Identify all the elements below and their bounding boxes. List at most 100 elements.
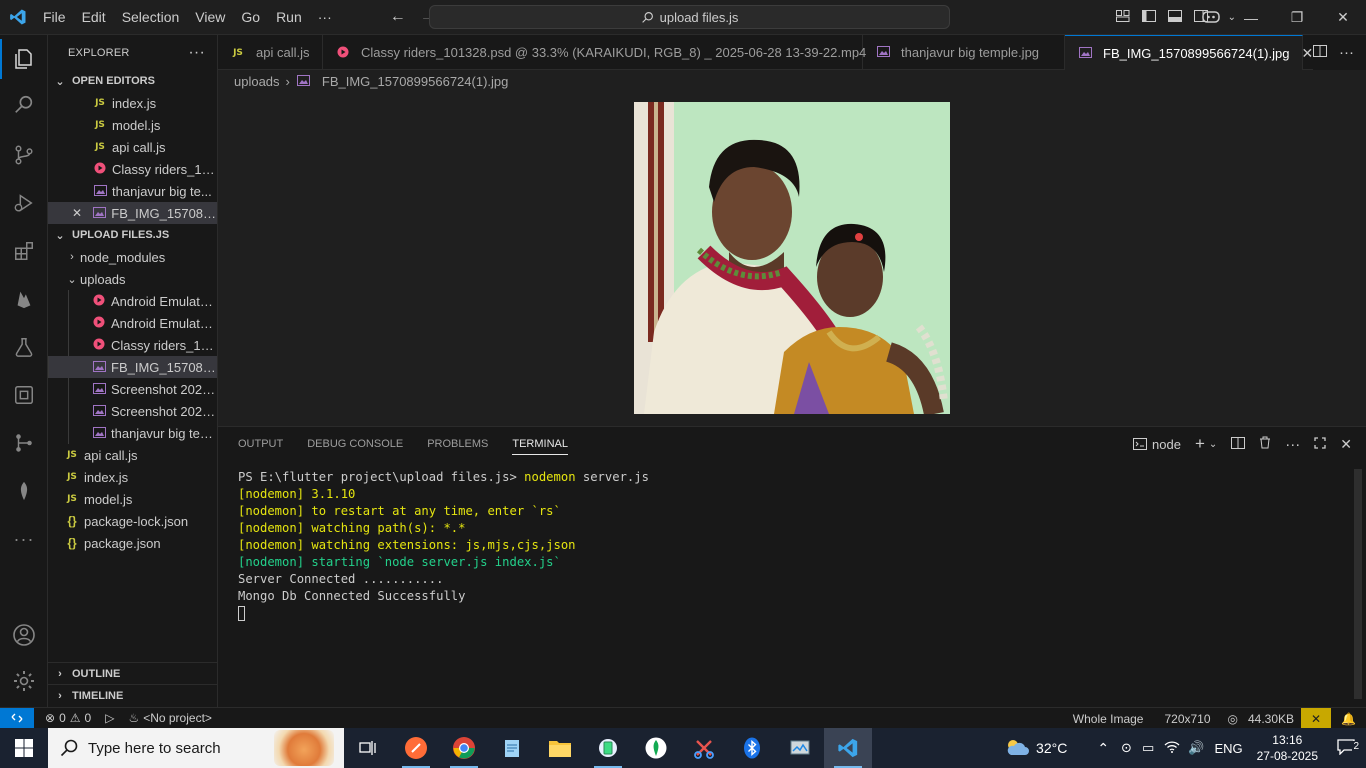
file-item[interactable]: Android Emulator - ... xyxy=(68,290,217,312)
file-item[interactable]: {} package.json xyxy=(48,532,217,554)
breadcrumb-file[interactable]: FB_IMG_1570899566724(1).jpg xyxy=(322,74,508,89)
open-editor-item[interactable]: JS index.js xyxy=(48,92,217,114)
terminal-output[interactable]: PS E:\flutter project\upload files.js> n… xyxy=(238,469,649,622)
outline-section[interactable]: › OUTLINE xyxy=(48,662,217,684)
open-editor-item-active[interactable]: ✕ FB_IMG_157089... xyxy=(48,202,217,224)
remote-explorer-icon[interactable] xyxy=(0,375,48,415)
image-preview[interactable] xyxy=(634,102,950,414)
panel-more-icon[interactable]: ··· xyxy=(1285,436,1300,453)
run-icon[interactable]: ▷ xyxy=(98,711,121,725)
toggle-secondary-sidebar-icon[interactable] xyxy=(1188,10,1214,25)
file-item[interactable]: JS model.js xyxy=(48,488,217,510)
notification-center-icon[interactable]: 2 xyxy=(1326,738,1366,758)
vscode-taskbar-icon[interactable] xyxy=(824,728,872,768)
project-status[interactable]: ♨ <No project> xyxy=(121,711,218,725)
open-editor-item[interactable]: thanjavur big te... xyxy=(48,180,217,202)
timeline-section[interactable]: › TIMELINE xyxy=(48,684,217,706)
settings-gear-icon[interactable] xyxy=(0,661,48,701)
account-icon[interactable] xyxy=(0,615,48,655)
problems-status[interactable]: ⊗ 0 ⚠ 0 xyxy=(38,711,98,725)
weather-cloud-icon[interactable] xyxy=(1004,737,1030,760)
tab-classy-riders[interactable]: Classy riders_101328.psd @ 33.3% (KARAIK… xyxy=(323,35,866,70)
notepad-icon[interactable] xyxy=(488,728,536,768)
folder-node-modules[interactable]: › node_modules xyxy=(48,246,217,268)
close-tab-icon[interactable]: ✕ xyxy=(1301,45,1313,62)
folder-uploads[interactable]: ⌄ uploads xyxy=(48,268,217,290)
panel-tab-debug-console[interactable]: DEBUG CONSOLE xyxy=(307,438,403,450)
tray-chevron-up-icon[interactable]: ⌃ xyxy=(1097,740,1109,757)
close-window-icon[interactable]: ✕ xyxy=(1320,9,1366,26)
network-app-icon[interactable] xyxy=(776,728,824,768)
mongodb-compass-icon[interactable] xyxy=(632,728,680,768)
firebase-icon[interactable] xyxy=(0,279,48,319)
menu-selection[interactable]: Selection xyxy=(114,0,188,35)
panel-tab-terminal[interactable]: TERMINAL xyxy=(512,438,568,455)
terminal-dropdown-chevron-icon[interactable]: ⌄ xyxy=(1209,439,1217,450)
tab-api-call[interactable]: JS api call.js xyxy=(218,35,323,70)
run-debug-icon[interactable] xyxy=(0,183,48,223)
restore-icon[interactable]: ❐ xyxy=(1274,9,1320,26)
terminal-scrollbar[interactable] xyxy=(1354,469,1362,699)
volume-icon[interactable]: 🔊 xyxy=(1188,740,1204,756)
file-item[interactable]: Classy riders_10132... xyxy=(68,334,217,356)
terminal-selector[interactable]: node xyxy=(1133,437,1181,452)
source-control-icon[interactable] xyxy=(0,135,48,175)
notifications-bell-icon[interactable]: 🔔 xyxy=(1331,712,1366,726)
panel-tab-output[interactable]: OUTPUT xyxy=(238,438,283,450)
customize-layout-icon[interactable] xyxy=(1110,10,1136,25)
battery-icon[interactable]: ▭ xyxy=(1142,740,1154,756)
menu-more[interactable]: ··· xyxy=(310,0,340,35)
split-editor-icon[interactable] xyxy=(1313,45,1327,60)
menu-run[interactable]: Run xyxy=(268,0,310,35)
project-header[interactable]: ⌄ UPLOAD FILES.JS xyxy=(48,224,217,246)
file-item[interactable]: Screenshot 2025-08... xyxy=(68,378,217,400)
explorer-icon[interactable] xyxy=(0,39,48,79)
file-item[interactable]: {} package-lock.json xyxy=(48,510,217,532)
open-editor-item[interactable]: JS api call.js xyxy=(48,136,217,158)
editor-more-icon[interactable]: ··· xyxy=(1339,44,1354,61)
close-editor-icon[interactable]: ✕ xyxy=(72,206,91,220)
menu-file[interactable]: File xyxy=(35,0,74,35)
explorer-more-icon[interactable]: ··· xyxy=(188,44,205,62)
snipping-tool-icon[interactable] xyxy=(680,728,728,768)
copilot-warning-icon[interactable]: ✕ xyxy=(1301,708,1332,729)
open-editor-item[interactable]: JS model.js xyxy=(48,114,217,136)
menu-go[interactable]: Go xyxy=(233,0,268,35)
menu-edit[interactable]: Edit xyxy=(74,0,114,35)
android-studio-icon[interactable] xyxy=(584,728,632,768)
maximize-panel-icon[interactable] xyxy=(1314,436,1326,452)
panel-tab-problems[interactable]: PROBLEMS xyxy=(427,438,488,450)
copilot-status-icon[interactable]: ◎ xyxy=(1228,712,1238,726)
file-item[interactable]: Screenshot 2025-08... xyxy=(68,400,217,422)
tab-thanjavur[interactable]: thanjavur big temple.jpg xyxy=(863,35,1065,70)
open-editors-header[interactable]: ⌄ OPEN EDITORS xyxy=(48,70,217,92)
file-item[interactable]: thanjavur big templ... xyxy=(68,422,217,444)
kill-terminal-trash-icon[interactable] xyxy=(1259,436,1271,452)
remote-indicator-icon[interactable] xyxy=(0,707,34,729)
file-item-selected[interactable]: FB_IMG_157089956... xyxy=(48,356,217,378)
image-zoom-mode[interactable]: Whole Image xyxy=(1066,712,1158,726)
search-icon[interactable] xyxy=(0,85,48,125)
split-terminal-icon[interactable] xyxy=(1231,436,1246,452)
clock[interactable]: 13:16 27-08-2025 xyxy=(1249,732,1326,764)
wifi-icon[interactable] xyxy=(1164,740,1180,756)
mongodb-icon[interactable] xyxy=(0,471,48,511)
language-indicator[interactable]: ENG xyxy=(1214,741,1242,756)
toggle-sidebar-icon[interactable] xyxy=(1136,10,1162,25)
extensions-icon[interactable] xyxy=(0,231,48,271)
menu-view[interactable]: View xyxy=(187,0,233,35)
new-terminal-plus-icon[interactable]: + xyxy=(1195,434,1205,454)
file-item[interactable]: Android Emulator - ... xyxy=(68,312,217,334)
weather-temperature[interactable]: 32°C xyxy=(1036,740,1067,756)
flask-icon[interactable] xyxy=(0,327,48,367)
postman-icon[interactable] xyxy=(392,728,440,768)
windows-start-icon[interactable] xyxy=(0,728,48,768)
minimize-icon[interactable]: — xyxy=(1228,10,1274,26)
file-item[interactable]: JS index.js xyxy=(48,466,217,488)
open-editor-item[interactable]: Classy riders_10... xyxy=(48,158,217,180)
task-view-icon[interactable] xyxy=(344,728,392,768)
command-center-search[interactable]: upload files.js xyxy=(429,5,950,29)
taskbar-search[interactable]: Type here to search xyxy=(48,728,344,768)
back-arrow-icon[interactable]: ← xyxy=(390,8,406,26)
breadcrumb-folder[interactable]: uploads xyxy=(234,74,280,89)
